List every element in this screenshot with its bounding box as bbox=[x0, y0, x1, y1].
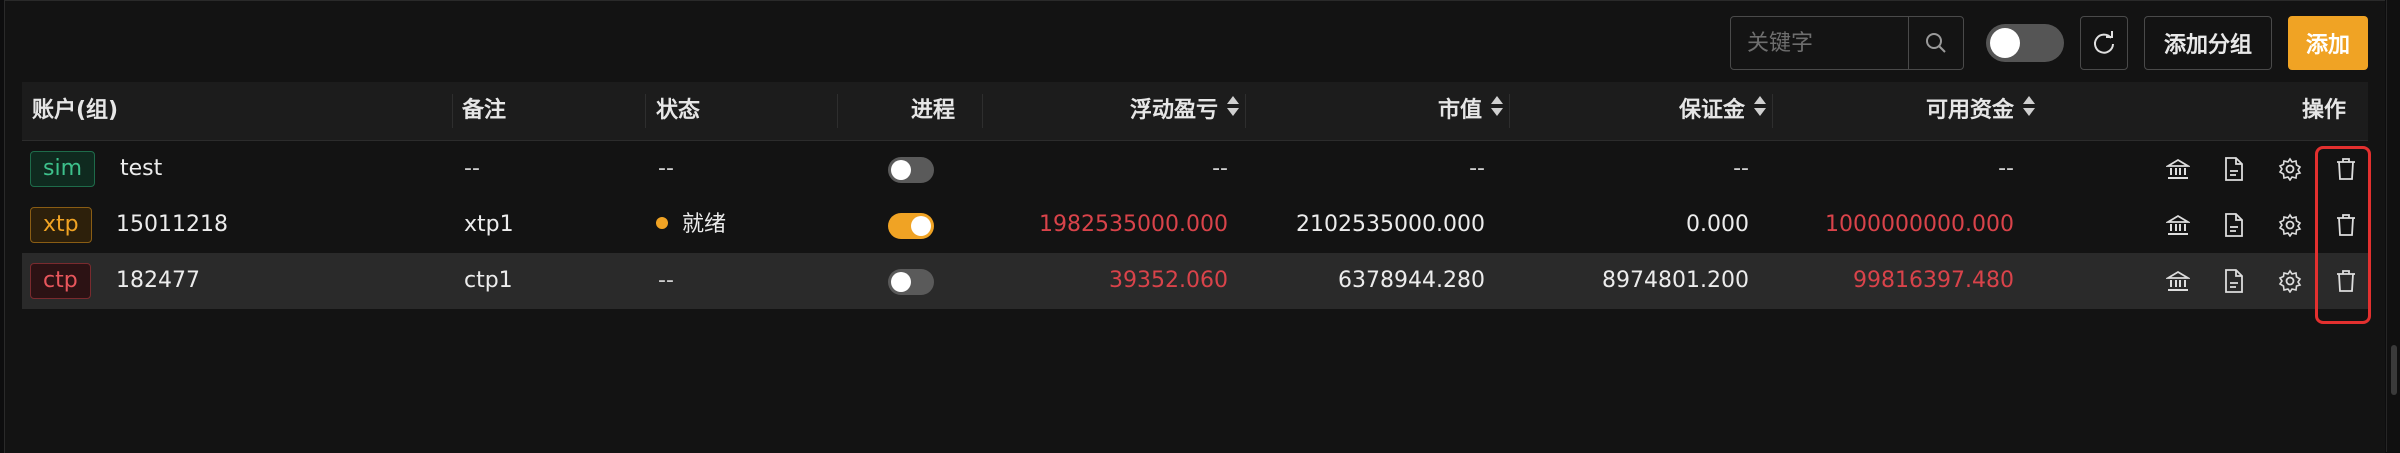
bank-icon[interactable] bbox=[2164, 155, 2192, 183]
margin: 8974801.200 bbox=[1602, 268, 1749, 293]
market-value: 6378944.280 bbox=[1338, 268, 1485, 293]
float-pnl: 1982535000.000 bbox=[1039, 212, 1228, 237]
gear-icon[interactable] bbox=[2276, 267, 2304, 295]
col-margin-label: 保证金 bbox=[1678, 98, 1745, 123]
delete-column-highlight bbox=[2315, 146, 2371, 324]
col-process: 进程 bbox=[910, 98, 955, 123]
gear-icon[interactable] bbox=[2276, 211, 2304, 239]
refresh-icon bbox=[2094, 31, 2114, 54]
gear-icon[interactable] bbox=[2276, 155, 2304, 183]
col-account: 账户(组) bbox=[32, 98, 119, 123]
col-available-label: 可用资金 bbox=[1925, 98, 2014, 123]
table-row[interactable]: sim test -- -- -- -- -- -- bbox=[22, 141, 2368, 197]
sort-icon[interactable] bbox=[2022, 82, 2036, 140]
market-value: 2102535000.000 bbox=[1296, 212, 1485, 237]
status-dot bbox=[656, 217, 668, 229]
search-box bbox=[1730, 16, 1964, 70]
status: -- bbox=[658, 268, 674, 293]
status: 就绪 bbox=[656, 197, 726, 253]
add-group-button[interactable]: 添加分组 bbox=[2144, 16, 2272, 70]
note: ctp1 bbox=[464, 268, 513, 293]
document-icon[interactable] bbox=[2220, 267, 2248, 295]
account-type-badge: xtp bbox=[30, 207, 92, 243]
add-button[interactable]: 添加 bbox=[2288, 16, 2368, 70]
account-name: 182477 bbox=[116, 268, 200, 293]
float-pnl: 39352.060 bbox=[1109, 268, 1228, 293]
search-icon bbox=[1926, 33, 1946, 53]
col-actions: 操作 bbox=[2301, 98, 2346, 123]
document-icon[interactable] bbox=[2220, 155, 2248, 183]
account-name: 15011218 bbox=[116, 212, 228, 237]
account-name: test bbox=[120, 156, 163, 181]
search-button[interactable] bbox=[1908, 17, 1963, 69]
search-input[interactable] bbox=[1731, 17, 1908, 69]
col-available[interactable]: 可用资金 bbox=[1772, 82, 2036, 140]
available-funds: -- bbox=[1998, 156, 2014, 181]
sort-icon[interactable] bbox=[1490, 82, 1504, 140]
market-value: -- bbox=[1469, 156, 1485, 181]
table-row[interactable]: ctp 182477 ctp1 -- 39352.060 6378944.280… bbox=[22, 253, 2368, 309]
col-market-value[interactable]: 市值 bbox=[1245, 82, 1504, 140]
status: -- bbox=[658, 156, 674, 181]
bank-icon[interactable] bbox=[2164, 211, 2192, 239]
available-funds: 1000000000.000 bbox=[1825, 212, 2014, 237]
account-type-badge: sim bbox=[30, 151, 96, 187]
margin: -- bbox=[1733, 156, 1749, 181]
available-funds: 99816397.480 bbox=[1853, 268, 2014, 293]
col-margin[interactable]: 保证金 bbox=[1509, 82, 1767, 140]
col-status: 状态 bbox=[656, 98, 701, 123]
col-float-pnl[interactable]: 浮动盈亏 bbox=[982, 82, 1240, 140]
sort-icon[interactable] bbox=[1226, 82, 1240, 140]
margin: 0.000 bbox=[1686, 212, 1749, 237]
table-row[interactable]: xtp 15011218 xtp1 就绪 1982535000.000 2102… bbox=[22, 197, 2368, 253]
scrollbar[interactable] bbox=[2386, 0, 2400, 452]
col-float-pnl-label: 浮动盈亏 bbox=[1129, 98, 1218, 123]
process-toggle[interactable] bbox=[888, 269, 934, 295]
sort-icon[interactable] bbox=[1753, 82, 1767, 140]
col-note: 备注 bbox=[462, 98, 507, 123]
accounts-table: 账户(组) 备注 状态 进程 浮动盈亏 市值 保证金 可用资金 操作 sim t… bbox=[22, 82, 2368, 309]
refresh-button[interactable] bbox=[2080, 16, 2128, 70]
note: xtp1 bbox=[464, 212, 514, 237]
process-toggle[interactable] bbox=[888, 157, 934, 183]
process-toggle[interactable] bbox=[888, 213, 934, 239]
account-type-badge: ctp bbox=[30, 263, 91, 299]
col-market-value-label: 市值 bbox=[1437, 98, 1482, 123]
bank-icon[interactable] bbox=[2164, 267, 2192, 295]
global-toggle[interactable] bbox=[1986, 24, 2064, 62]
float-pnl: -- bbox=[1212, 156, 1228, 181]
note: -- bbox=[464, 156, 480, 181]
table-header: 账户(组) 备注 状态 进程 浮动盈亏 市值 保证金 可用资金 操作 bbox=[22, 82, 2368, 141]
document-icon[interactable] bbox=[2220, 211, 2248, 239]
